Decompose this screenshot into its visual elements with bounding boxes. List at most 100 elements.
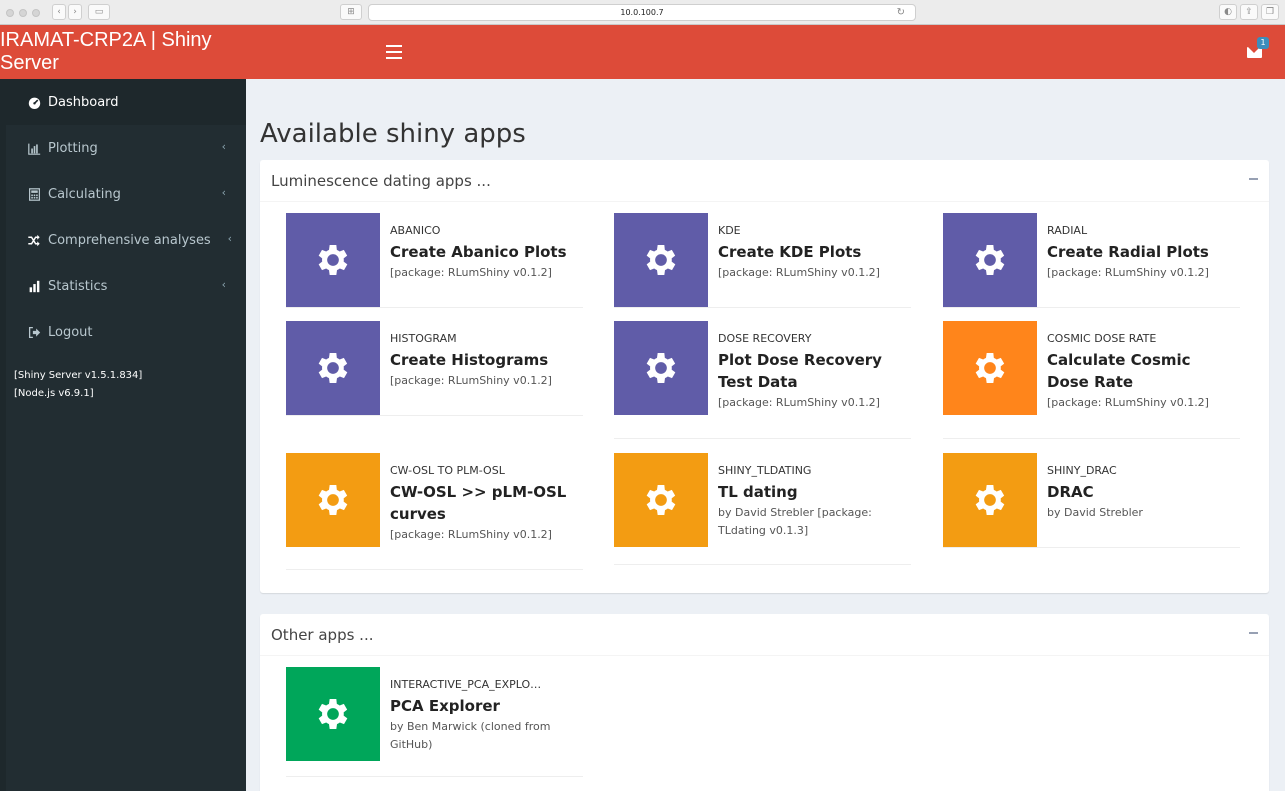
app-info: [package: RLumShiny v0.1.2] [718, 396, 880, 409]
chevron-left-icon: ‹ [221, 186, 226, 199]
app-category: SHINY_TLDATING [718, 464, 812, 477]
signal-icon [27, 279, 41, 293]
main-header: IRAMAT-CRP2A | Shiny Server 1 [0, 25, 1285, 79]
app-title[interactable]: Plot Dose Recovery Test Data [718, 349, 908, 393]
app-tile[interactable] [614, 453, 708, 547]
sidebar-item-statistics[interactable]: Statistics ‹ [0, 263, 246, 309]
content-wrapper: Available shiny apps Luminescence dating… [246, 79, 1285, 791]
gear-icon [318, 699, 348, 729]
app-category: HISTOGRAM [390, 332, 457, 345]
sidebar-item-comprehensive-analyses[interactable]: Comprehensive analyses ‹ [0, 217, 246, 263]
app-card-abanico[interactable]: ABANICO Create Abanico Plots [package: R… [286, 213, 583, 308]
chevron-left-icon: ‹ [221, 140, 226, 153]
app-tile[interactable] [943, 453, 1037, 547]
sidebar-item-plotting[interactable]: Plotting ‹ [0, 125, 246, 171]
app-card-drac[interactable]: SHINY_DRAC DRAC by David Strebler [943, 453, 1240, 548]
app-tile[interactable] [286, 667, 380, 761]
calculator-icon [27, 187, 41, 201]
app-card-kde[interactable]: KDE Create KDE Plots [package: RLumShiny… [614, 213, 911, 308]
browser-toolbar: ‹ › ▭ ⊞ 10.0.100.7 ↻ ◐ ⇪ ❐ [0, 0, 1285, 25]
bar-chart-icon [27, 141, 41, 155]
gear-icon [646, 353, 676, 383]
version-line: [Shiny Server v1.5.1.834] [14, 370, 143, 381]
app-card-tl-dating[interactable]: SHINY_TLDATING TL dating by David Strebl… [614, 453, 911, 565]
collapse-button[interactable] [1249, 178, 1258, 180]
app-tile[interactable] [286, 321, 380, 415]
app-category: INTERACTIVE_PCA_EXPLO… [390, 678, 542, 691]
app-card-cw-osl[interactable]: CW-OSL TO PLM-OSL CW-OSL >> pLM-OSL curv… [286, 453, 583, 570]
app-title[interactable]: Create KDE Plots [718, 241, 908, 263]
app-card-radial[interactable]: RADIAL Create Radial Plots [package: RLu… [943, 213, 1240, 308]
app-info: by David Strebler [1047, 506, 1143, 519]
messages-menu[interactable]: 1 [1247, 37, 1269, 61]
app-category: RADIAL [1047, 224, 1088, 237]
gear-icon [975, 353, 1005, 383]
app-info: [package: RLumShiny v0.1.2] [390, 528, 552, 541]
app-category: COSMIC DOSE RATE [1047, 332, 1157, 345]
forward-button[interactable]: › [68, 4, 82, 20]
reload-icon[interactable]: ↻ [897, 7, 905, 18]
sidebar-item-dashboard[interactable]: Dashboard [0, 79, 246, 125]
privacy-icon[interactable]: ◐ [1219, 4, 1237, 20]
window-controls[interactable] [6, 9, 40, 17]
app-tile[interactable] [943, 213, 1037, 307]
version-line: [Node.js v6.9.1] [14, 388, 94, 399]
app-info: [package: RLumShiny v0.1.2] [390, 266, 552, 279]
back-button[interactable]: ‹ [52, 4, 66, 20]
app-title[interactable]: TL dating [718, 481, 908, 503]
app-title[interactable]: Calculate Cosmic Dose Rate [1047, 349, 1237, 393]
url-text: 10.0.100.7 [620, 8, 664, 17]
app-info: [package: RLumShiny v0.1.2] [390, 374, 552, 387]
dashboard-icon [27, 95, 41, 109]
app-tile[interactable] [286, 453, 380, 547]
app-category: ABANICO [390, 224, 441, 237]
chevron-left-icon: ‹ [227, 232, 232, 245]
box-title: Other apps ... [260, 614, 1269, 656]
sidebar-item-label: Calculating [48, 186, 121, 202]
collapse-button[interactable] [1249, 632, 1258, 634]
app-card-cosmic-dose-rate[interactable]: COSMIC DOSE RATE Calculate Cosmic Dose R… [943, 321, 1240, 439]
app-info: by Ben Marwick (cloned from GitHub) [390, 720, 551, 751]
app-tile[interactable] [943, 321, 1037, 415]
box-other-apps: Other apps ... INTERACTIVE_PCA_EXPLO… PC… [260, 614, 1269, 791]
sign-out-icon [27, 325, 41, 339]
app-card-dose-recovery[interactable]: DOSE RECOVERY Plot Dose Recovery Test Da… [614, 321, 911, 439]
app-tile[interactable] [286, 213, 380, 307]
gear-icon [646, 245, 676, 275]
app-category: CW-OSL TO PLM-OSL [390, 464, 505, 477]
sidebar-toggle-icon[interactable]: ▭ [88, 4, 110, 20]
app-title[interactable]: CW-OSL >> pLM-OSL curves [390, 481, 580, 525]
address-bar[interactable]: 10.0.100.7 ↻ [368, 4, 916, 21]
app-title[interactable]: PCA Explorer [390, 695, 580, 717]
gear-icon [975, 485, 1005, 515]
app-category: KDE [718, 224, 741, 237]
app-title[interactable]: Create Radial Plots [1047, 241, 1237, 263]
gear-icon [318, 245, 348, 275]
app-card-histogram[interactable]: HISTOGRAM Create Histograms [package: RL… [286, 321, 583, 416]
gear-icon [975, 245, 1005, 275]
app-card-pca-explorer[interactable]: INTERACTIVE_PCA_EXPLO… PCA Explorer by B… [286, 667, 583, 777]
app-title[interactable]: Create Abanico Plots [390, 241, 580, 263]
brand-logo[interactable]: IRAMAT-CRP2A | Shiny Server [0, 25, 246, 79]
box-luminescence-apps: Luminescence dating apps ... ABANICO Cre… [260, 160, 1269, 593]
sidebar: Dashboard Plotting ‹ Calculating ‹ Compr… [0, 79, 246, 791]
app-info: [package: RLumShiny v0.1.2] [1047, 396, 1209, 409]
grid-view-icon[interactable]: ⊞ [340, 4, 362, 20]
tabs-icon[interactable]: ❐ [1261, 4, 1279, 20]
sidebar-toggle-button[interactable] [386, 41, 402, 63]
gear-icon [646, 485, 676, 515]
share-icon[interactable]: ⇪ [1240, 4, 1258, 20]
sidebar-item-calculating[interactable]: Calculating ‹ [0, 171, 246, 217]
app-tile[interactable] [614, 213, 708, 307]
gear-icon [318, 485, 348, 515]
page-title: Available shiny apps [260, 119, 526, 149]
box-title: Luminescence dating apps ... [260, 160, 1269, 202]
sidebar-item-label: Plotting [48, 140, 98, 156]
app-title[interactable]: DRAC [1047, 481, 1237, 503]
app-title[interactable]: Create Histograms [390, 349, 580, 371]
sidebar-item-label: Comprehensive analyses [48, 232, 211, 248]
server-version: [Shiny Server v1.5.1.834] [Node.js v6.9.… [0, 355, 246, 403]
app-tile[interactable] [614, 321, 708, 415]
app-category: SHINY_DRAC [1047, 464, 1117, 477]
sidebar-item-logout[interactable]: Logout [0, 309, 246, 355]
